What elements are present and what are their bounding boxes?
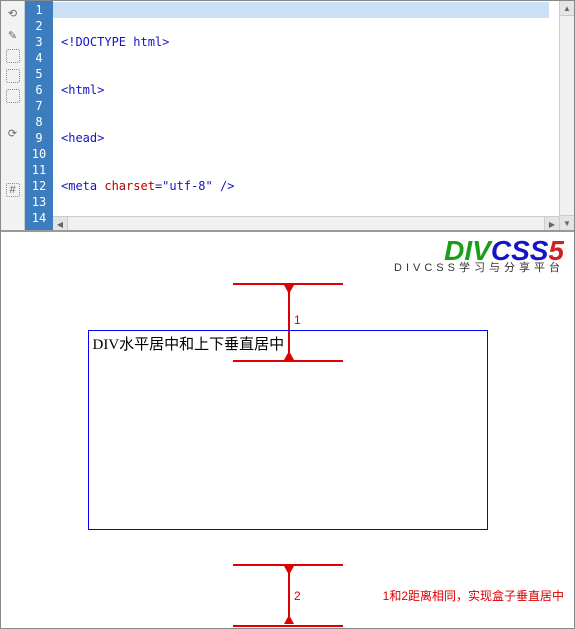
line-number: 11 <box>25 162 53 178</box>
tool-icon-4[interactable] <box>6 69 20 83</box>
line-number: 7 <box>25 98 53 114</box>
line-number: 6 <box>25 82 53 98</box>
annotation-label-1: 1 <box>294 313 301 327</box>
brand-logo: DIVCSS5 DIVCSS学习与分享平台 <box>394 236 564 275</box>
scroll-left-arrow[interactable]: ◀ <box>53 217 68 231</box>
scroll-up-arrow[interactable]: ▲ <box>560 1 574 16</box>
line-number: 5 <box>25 66 53 82</box>
arrow-up-icon <box>284 615 294 624</box>
line-number: 4 <box>25 50 53 66</box>
tool-icon-6[interactable]: ⟳ <box>5 125 21 141</box>
line-number: 13 <box>25 194 53 210</box>
arrow-down-icon <box>284 566 294 575</box>
code-text[interactable]: <!DOCTYPE html> <html> <head> <meta char… <box>53 1 559 216</box>
tool-icon-5[interactable] <box>6 89 20 103</box>
line-number: 9 <box>25 130 53 146</box>
tool-icon-1[interactable]: ⟲ <box>5 5 21 21</box>
editor-vertical-scrollbar[interactable]: ▲ ▼ <box>559 1 574 230</box>
tool-icon-3[interactable] <box>6 49 20 63</box>
line-number: 14 <box>25 210 53 226</box>
centered-box: DIV水平居中和上下垂直居中 <box>88 330 488 530</box>
tool-icon-7[interactable]: # <box>6 183 20 197</box>
annotation-label-2: 2 <box>294 589 301 603</box>
editor-horizontal-scrollbar[interactable]: ◀ ▶ <box>53 216 559 230</box>
current-line-highlight <box>53 2 549 18</box>
annotation-note: 1和2距离相同，实现盒子垂直居中 <box>383 587 564 604</box>
scroll-track[interactable] <box>560 16 574 215</box>
line-number: 2 <box>25 18 53 34</box>
centered-box-text: DIV水平居中和上下垂直居中 <box>93 337 285 353</box>
editor-tool-column: ⟲ ✎ ⟳ # <box>1 1 25 230</box>
scroll-down-arrow[interactable]: ▼ <box>560 215 574 230</box>
tool-icon-2[interactable]: ✎ <box>5 27 21 43</box>
code-editor-pane: ⟲ ✎ ⟳ # 1 2 3 4 5 6 7 8 9 10 11 12 13 14… <box>1 1 574 231</box>
code-area[interactable]: <!DOCTYPE html> <html> <head> <meta char… <box>53 1 559 230</box>
brand-tagline: DIVCSS学习与分享平台 <box>394 263 564 275</box>
line-number: 8 <box>25 114 53 130</box>
line-number: 12 <box>25 178 53 194</box>
line-number: 10 <box>25 146 53 162</box>
line-number: 1 <box>25 2 53 18</box>
scroll-right-arrow[interactable]: ▶ <box>544 217 559 231</box>
line-number: 3 <box>25 34 53 50</box>
preview-pane: DIVCSS5 DIVCSS学习与分享平台 1 DIV水平居中和上下垂直居中 2… <box>1 231 574 628</box>
line-number-gutter: 1 2 3 4 5 6 7 8 9 10 11 12 13 14 <box>25 1 53 230</box>
annotation-line <box>233 625 343 627</box>
arrow-down-icon <box>284 285 294 294</box>
